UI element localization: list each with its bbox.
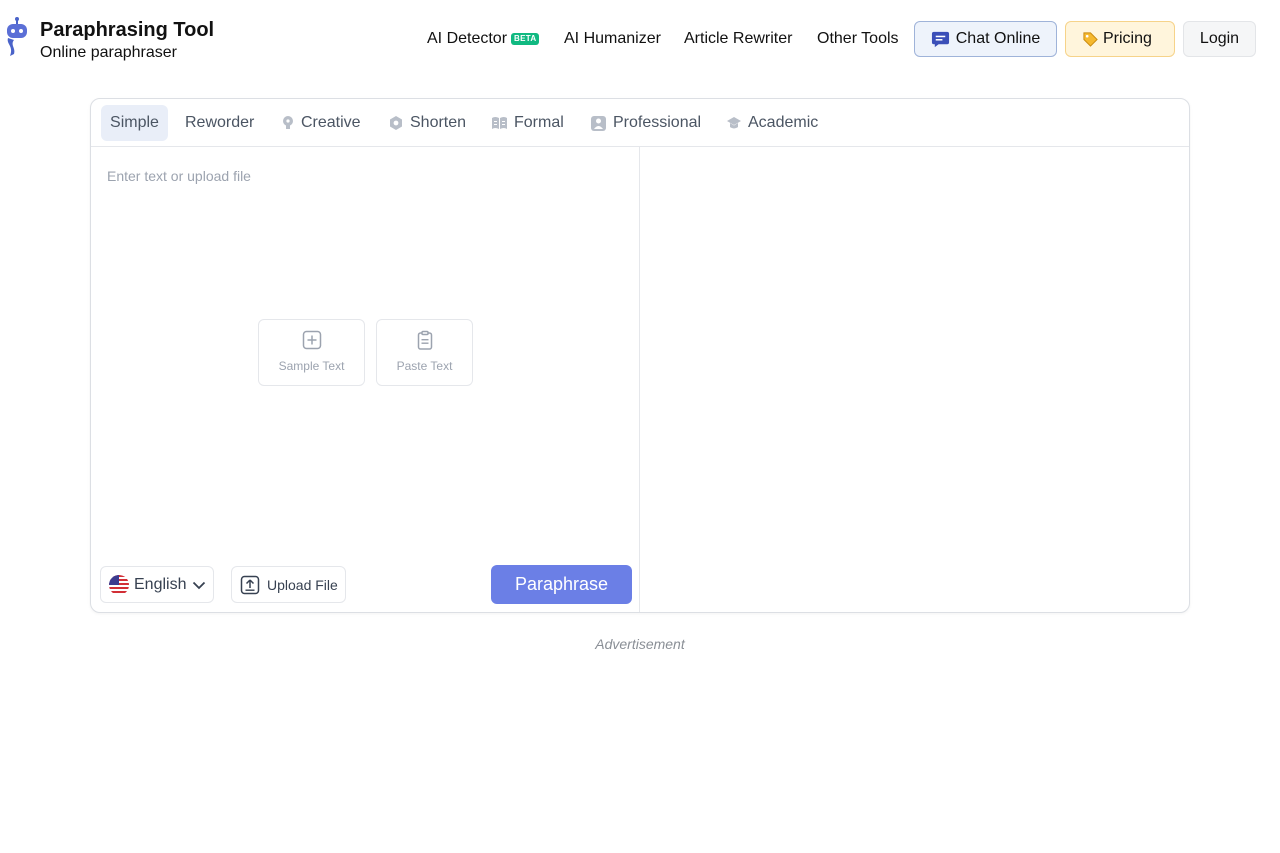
nav-ai-detector-label: AI Detector <box>427 30 508 47</box>
badge-icon <box>591 115 606 131</box>
chat-online-button[interactable]: Chat Online <box>914 21 1057 57</box>
price-tag-icon <box>1083 31 1098 47</box>
paste-text-button[interactable]: Paste Text <box>376 319 473 386</box>
lightbulb-icon <box>283 116 293 129</box>
mode-tabs: Simple Reworder Creative Shorten Formal … <box>91 99 1189 147</box>
paste-text-label: Paste Text <box>396 359 453 373</box>
tab-simple[interactable]: Simple <box>101 105 168 141</box>
tab-creative-label: Creative <box>301 114 361 131</box>
language-select[interactable]: English <box>100 566 214 603</box>
chat-bubble-icon <box>931 31 949 47</box>
pricing-button[interactable]: Pricing <box>1065 21 1175 57</box>
tab-formal-label: Formal <box>514 114 564 131</box>
chevron-down-icon <box>193 581 206 589</box>
pricing-label: Pricing <box>1103 30 1152 47</box>
tab-academic[interactable]: Academic <box>726 105 818 141</box>
plus-square-icon <box>302 330 321 350</box>
tab-shorten[interactable]: Shorten <box>388 105 466 141</box>
paraphrase-button[interactable]: Paraphrase <box>491 565 632 604</box>
text-input[interactable]: Enter text or upload file <box>107 168 251 184</box>
tab-professional[interactable]: Professional <box>590 105 701 141</box>
login-button[interactable]: Login <box>1183 21 1256 57</box>
tab-reworder[interactable]: Reworder <box>185 105 254 141</box>
clipboard-icon <box>417 330 432 350</box>
brand-subtitle: Online paraphraser <box>40 44 177 61</box>
upload-file-button[interactable]: Upload File <box>231 566 346 603</box>
nav-other-tools[interactable]: Other Tools <box>817 21 899 57</box>
nav-article-rewriter[interactable]: Article Rewriter <box>684 21 792 57</box>
paraphrase-editor: Simple Reworder Creative Shorten Formal … <box>90 98 1190 613</box>
robot-logo-icon[interactable] <box>2 16 32 58</box>
us-flag-icon <box>109 574 129 595</box>
tab-formal[interactable]: Formal <box>491 105 564 141</box>
sample-text-label: Sample Text <box>278 359 345 373</box>
tab-academic-label: Academic <box>748 114 819 131</box>
hexagon-icon <box>390 116 402 130</box>
language-label: English <box>134 575 187 593</box>
site-header: Paraphrasing Tool Online paraphraser AI … <box>0 0 1280 78</box>
tab-professional-label: Professional <box>613 114 702 131</box>
panel-divider <box>639 147 640 612</box>
open-book-icon <box>492 117 507 129</box>
graduation-cap-icon <box>727 116 741 128</box>
upload-file-label: Upload File <box>267 576 338 593</box>
nav-ai-humanizer[interactable]: AI Humanizer <box>564 21 661 57</box>
brand-title[interactable]: Paraphrasing Tool <box>40 18 214 42</box>
sample-text-button[interactable]: Sample Text <box>258 319 365 386</box>
upload-icon <box>240 575 260 594</box>
nav-ai-detector[interactable]: AI Detector BETA <box>427 21 540 57</box>
tab-creative[interactable]: Creative <box>281 105 361 141</box>
chat-online-label: Chat Online <box>955 30 1041 47</box>
beta-badge: BETA <box>511 33 540 45</box>
advertisement-label: Advertisement <box>595 636 685 652</box>
tab-shorten-label: Shorten <box>410 114 467 131</box>
